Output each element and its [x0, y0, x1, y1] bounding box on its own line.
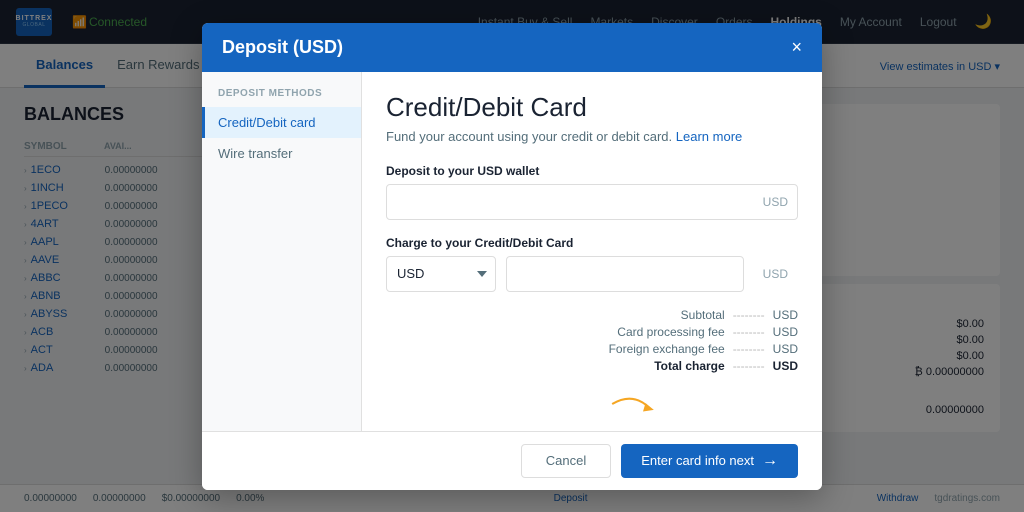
subtotal-label: Subtotal [681, 308, 725, 322]
arrow-decoration [386, 389, 798, 419]
card-processing-label: Card processing fee [617, 325, 724, 339]
modal-content-area: Credit/Debit Card Fund your account usin… [362, 72, 822, 431]
deposit-methods-header: DEPOSIT METHODS [202, 88, 361, 99]
cancel-button[interactable]: Cancel [521, 444, 611, 478]
card-processing-dashes: -------- [733, 325, 765, 339]
fees-box: Subtotal -------- USD Card processing fe… [386, 308, 798, 373]
currency-select[interactable]: USD EUR GBP [386, 256, 496, 292]
subtotal-row: Subtotal -------- USD [386, 308, 798, 322]
total-currency: USD [773, 359, 798, 373]
foreign-exchange-currency: USD [773, 342, 798, 356]
charge-input[interactable] [506, 256, 744, 292]
deposit-input-group: USD [386, 184, 798, 220]
modal-footer: Cancel Enter card info next → [202, 431, 822, 490]
card-processing-row: Card processing fee -------- USD [386, 325, 798, 339]
foreign-exchange-label: Foreign exchange fee [609, 342, 725, 356]
modal-body: DEPOSIT METHODS Credit/Debit card Wire t… [202, 72, 822, 431]
deposit-modal: Deposit (USD) × DEPOSIT METHODS Credit/D… [202, 23, 822, 490]
deposit-label: Deposit to your USD wallet [386, 164, 798, 178]
learn-more-link[interactable]: Learn more [676, 129, 742, 144]
method-credit-debit[interactable]: Credit/Debit card [202, 107, 361, 138]
submit-label: Enter card info next [641, 453, 754, 468]
payment-method-desc: Fund your account using your credit or d… [386, 129, 798, 144]
deposit-input[interactable] [386, 184, 798, 220]
total-dashes: -------- [733, 359, 765, 373]
subtotal-currency: USD [773, 308, 798, 322]
subtotal-dashes: -------- [733, 308, 765, 322]
modal-title: Deposit (USD) [222, 37, 343, 58]
card-processing-currency: USD [773, 325, 798, 339]
deposit-currency-suffix: USD [763, 195, 788, 209]
charge-row: USD EUR GBP USD [386, 256, 798, 292]
modal-sidebar: DEPOSIT METHODS Credit/Debit card Wire t… [202, 72, 362, 431]
arrow-right-icon: → [762, 452, 778, 470]
payment-method-title: Credit/Debit Card [386, 92, 798, 123]
foreign-exchange-row: Foreign exchange fee -------- USD [386, 342, 798, 356]
submit-button[interactable]: Enter card info next → [621, 444, 798, 478]
method-wire-transfer[interactable]: Wire transfer [202, 138, 361, 169]
total-charge-row: Total charge -------- USD [386, 359, 798, 373]
arrow-icon [608, 389, 658, 419]
modal-close-button[interactable]: × [791, 38, 802, 56]
modal-overlay[interactable]: Deposit (USD) × DEPOSIT METHODS Credit/D… [0, 0, 1024, 512]
modal-header: Deposit (USD) × [202, 23, 822, 72]
total-charge-label: Total charge [654, 359, 724, 373]
charge-currency-suffix: USD [763, 267, 788, 281]
foreign-exchange-dashes: -------- [733, 342, 765, 356]
charge-label: Charge to your Credit/Debit Card [386, 236, 798, 250]
